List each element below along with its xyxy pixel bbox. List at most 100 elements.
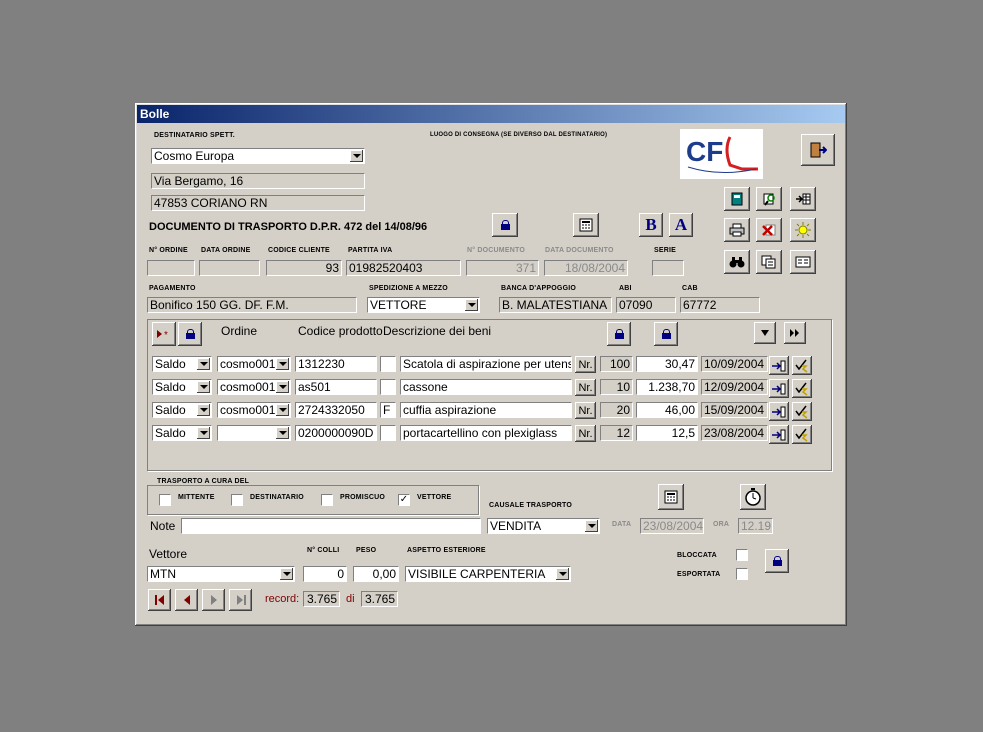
find-button[interactable] xyxy=(724,250,750,274)
row-goto-button[interactable] xyxy=(769,356,789,375)
chevron-down-icon[interactable] xyxy=(276,427,289,439)
row-descrizione[interactable]: cuffia aspirazione xyxy=(400,402,572,418)
chevron-down-icon[interactable] xyxy=(197,358,210,370)
row-data[interactable]: 23/08/2004 xyxy=(701,425,768,441)
row-qta[interactable]: 100 xyxy=(600,356,633,372)
n-documento-field[interactable]: 371 xyxy=(466,260,539,276)
n-ordine-field[interactable] xyxy=(147,260,195,276)
transport-option-checkbox[interactable] xyxy=(321,494,333,506)
scroll-down-button[interactable] xyxy=(754,322,776,344)
exit-button[interactable] xyxy=(801,134,835,166)
row-check-button[interactable] xyxy=(792,379,812,398)
spedizione-combo[interactable]: VETTORE xyxy=(367,297,480,313)
causale-combo[interactable]: VENDITA xyxy=(487,518,600,534)
clock-button[interactable] xyxy=(740,484,766,510)
indirizzo-field[interactable]: Via Bergamo, 16 xyxy=(151,173,365,189)
chevron-down-icon[interactable] xyxy=(585,520,598,532)
chevron-down-icon[interactable] xyxy=(197,381,210,393)
serie-field[interactable] xyxy=(652,260,684,276)
bold-button[interactable]: B xyxy=(639,213,663,237)
row-goto-button[interactable] xyxy=(769,402,789,421)
data-field[interactable]: 23/08/2004 xyxy=(640,518,704,534)
new-item-button[interactable]: * xyxy=(152,322,176,346)
destinatario-combo[interactable]: Cosmo Europa xyxy=(151,148,365,164)
citta-field[interactable]: 47853 CORIANO RN xyxy=(151,195,365,211)
row-codice[interactable]: as501 xyxy=(295,379,377,395)
chevron-down-icon[interactable] xyxy=(276,404,289,416)
row-um-button[interactable]: Nr. xyxy=(575,425,596,442)
row-um-button[interactable]: Nr. xyxy=(575,356,596,373)
font-button[interactable]: A xyxy=(669,213,693,237)
row-tipo-combo[interactable]: Saldo xyxy=(152,402,212,418)
lock-button-price[interactable] xyxy=(654,322,678,346)
row-check-button[interactable] xyxy=(792,402,812,421)
row-goto-button[interactable] xyxy=(769,425,789,444)
peso-input[interactable]: 0,00 xyxy=(353,566,399,582)
cab-field[interactable]: 67772 xyxy=(680,297,760,313)
row-ordine-combo[interactable]: cosmo001 xyxy=(217,379,291,395)
lock-button-grid[interactable] xyxy=(178,322,202,346)
bloccata-checkbox[interactable] xyxy=(736,549,748,561)
colli-input[interactable]: 0 xyxy=(303,566,347,582)
row-data[interactable]: 10/09/2004 xyxy=(701,356,768,372)
aspetto-combo[interactable]: VISIBILE CARPENTERIA xyxy=(405,566,571,582)
pagamento-field[interactable]: Bonifico 150 GG. DF. F.M. xyxy=(147,297,357,313)
row-um-button[interactable]: Nr. xyxy=(575,379,596,396)
row-ordine-combo[interactable]: cosmo001 xyxy=(217,356,291,372)
chevron-down-icon[interactable] xyxy=(465,299,478,311)
calendar-button[interactable] xyxy=(658,484,684,510)
transport-option-checkbox[interactable] xyxy=(159,494,171,506)
nav-first-button[interactable] xyxy=(148,589,171,611)
new-record-button[interactable] xyxy=(790,218,816,242)
chevron-down-icon[interactable] xyxy=(197,404,210,416)
insert-row-button[interactable] xyxy=(790,187,816,211)
ora-field[interactable]: 12.19 xyxy=(738,518,773,534)
print-button[interactable] xyxy=(724,218,750,242)
row-prezzo[interactable]: 46,00 xyxy=(636,402,698,418)
nav-next-button[interactable] xyxy=(202,589,225,611)
row-flag[interactable] xyxy=(380,356,396,372)
row-flag[interactable] xyxy=(380,379,396,395)
row-qta[interactable]: 12 xyxy=(600,425,633,441)
lock-button-doc[interactable] xyxy=(492,213,518,237)
data-ordine-field[interactable] xyxy=(199,260,260,276)
chevron-down-icon[interactable] xyxy=(276,381,289,393)
note-input[interactable] xyxy=(181,518,481,534)
row-qta[interactable]: 10 xyxy=(600,379,633,395)
row-flag[interactable]: F xyxy=(380,402,396,418)
lock-button-desc[interactable] xyxy=(607,322,631,346)
nav-prev-button[interactable] xyxy=(175,589,198,611)
book-button[interactable] xyxy=(724,187,750,211)
chevron-down-icon[interactable] xyxy=(556,568,569,580)
row-um-button[interactable]: Nr. xyxy=(575,402,596,419)
row-check-button[interactable] xyxy=(792,425,812,444)
row-check-button[interactable] xyxy=(792,356,812,375)
lock-button-footer[interactable] xyxy=(765,549,789,573)
chevron-down-icon[interactable] xyxy=(350,150,363,162)
row-codice[interactable]: 1312230 xyxy=(295,356,377,372)
row-descrizione[interactable]: cassone xyxy=(400,379,572,395)
row-data[interactable]: 12/09/2004 xyxy=(701,379,768,395)
row-ordine-combo[interactable]: cosmo001 xyxy=(217,402,291,418)
banca-field[interactable]: B. MALATESTIANA xyxy=(499,297,612,313)
row-flag[interactable] xyxy=(380,425,396,441)
abi-field[interactable]: 07090 xyxy=(616,297,676,313)
vettore-combo[interactable]: MTN xyxy=(147,566,295,582)
row-tipo-combo[interactable]: Saldo xyxy=(152,425,212,441)
delete-button[interactable] xyxy=(756,218,782,242)
codice-cliente-field[interactable]: 93 xyxy=(266,260,342,276)
row-descrizione[interactable]: Scatola di aspirazione per utensile c xyxy=(400,356,572,372)
chevron-down-icon[interactable] xyxy=(280,568,293,580)
chevron-down-icon[interactable] xyxy=(276,358,289,370)
row-tipo-combo[interactable]: Saldo xyxy=(152,379,212,395)
form-view-button[interactable] xyxy=(790,250,816,274)
row-prezzo[interactable]: 1.238,70 xyxy=(636,379,698,395)
row-tipo-combo[interactable]: Saldo xyxy=(152,356,212,372)
row-codice[interactable]: 2724332050 xyxy=(295,402,377,418)
esportata-checkbox[interactable] xyxy=(736,568,748,580)
calculator-button[interactable] xyxy=(573,213,599,237)
scroll-end-button[interactable] xyxy=(784,322,806,344)
row-prezzo[interactable]: 12,5 xyxy=(636,425,698,441)
row-prezzo[interactable]: 30,47 xyxy=(636,356,698,372)
row-ordine-combo[interactable] xyxy=(217,425,291,441)
